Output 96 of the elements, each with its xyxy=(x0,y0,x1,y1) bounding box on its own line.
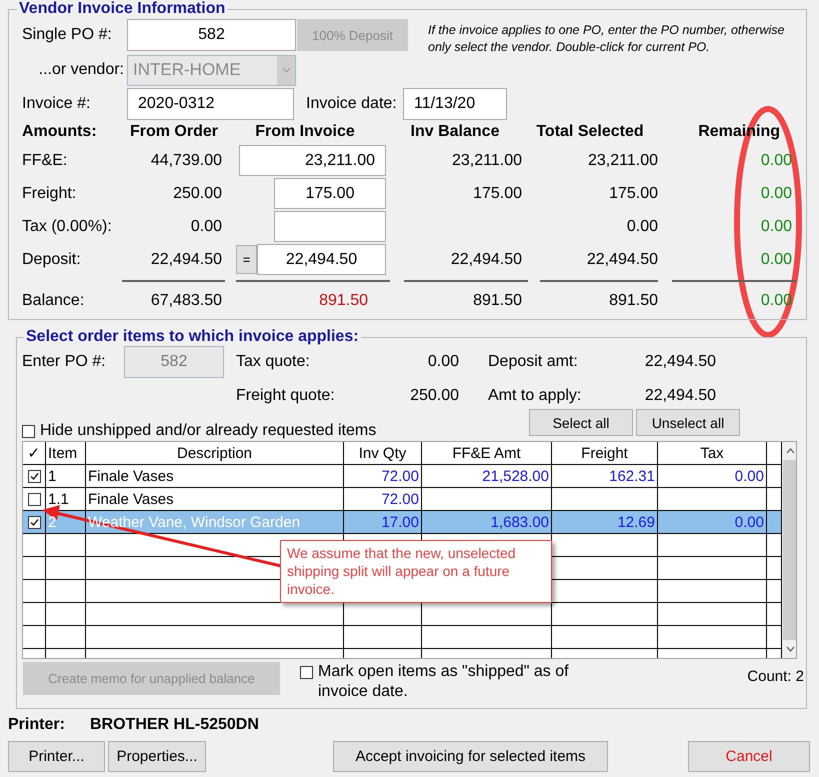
amount-text: 44,739.00 xyxy=(150,150,222,170)
column-header: Tax xyxy=(658,442,766,464)
amount-text: 22,494.50 xyxy=(644,387,716,405)
table-row[interactable]: 1 Finale Vases 72.00 21,528.00 162.31 0.00 xyxy=(23,464,782,488)
row-label: Freight: xyxy=(22,184,78,204)
column-header: Inv Balance xyxy=(410,122,500,142)
table-cell: 1,683.00 xyxy=(490,514,549,530)
field-label: Deposit amt: xyxy=(488,353,579,371)
checkbox[interactable] xyxy=(22,424,35,438)
amount-field[interactable] xyxy=(274,211,386,242)
column-header: Description xyxy=(86,442,344,464)
field-label: Enter PO #: xyxy=(22,353,107,371)
action-button[interactable]: Properties... xyxy=(108,741,206,772)
amount-text: 0.00 xyxy=(760,150,792,170)
scrollbar[interactable] xyxy=(782,442,796,658)
field-label: Invoice date: xyxy=(306,95,398,113)
row-label: Balance: xyxy=(22,290,86,310)
row-label: Tax (0.00%): xyxy=(22,216,113,236)
table-cell: Finale Vases xyxy=(88,468,174,484)
select-button[interactable]: Unselect all xyxy=(636,409,740,436)
checkbox-label: Hide unshipped and/or already requested items xyxy=(40,422,376,440)
section-title: Vendor Invoice Information xyxy=(18,0,226,18)
column-header: From Order xyxy=(128,122,219,142)
count-text: Count: 2 xyxy=(747,668,804,685)
po-field[interactable]: 582 xyxy=(127,19,296,51)
amount-text: 175.00 xyxy=(608,184,658,204)
amount-text: 891.50 xyxy=(472,290,522,310)
field-label: Amt to apply: xyxy=(488,387,582,405)
amount-text: 0.00 xyxy=(760,250,792,270)
amount-text: 0.00 xyxy=(626,216,658,236)
action-button[interactable]: Accept invoicing for selected items xyxy=(333,741,608,772)
scroll-up-icon[interactable] xyxy=(786,448,795,454)
amount-text: 22,494.50 xyxy=(644,353,716,371)
table-cell: 162.31 xyxy=(609,468,655,484)
hint-text: If the invoice applies to one PO, enter the PO number, otherwise only select the vendor. Double-click for current PO. xyxy=(428,22,786,56)
checkbox[interactable] xyxy=(28,516,40,528)
table-cell: 72.00 xyxy=(381,490,419,508)
table-cell: 17.00 xyxy=(381,514,419,530)
amount-text: 0.00 xyxy=(760,216,792,236)
amount-text: 23,211.00 xyxy=(587,150,658,170)
table-cell: 1 xyxy=(48,468,56,484)
amount-field[interactable]: 175.00 xyxy=(274,178,386,209)
amount-field[interactable]: 23,211.00 xyxy=(239,145,386,176)
column-header: Total Selected xyxy=(535,122,645,142)
amount-text: 0.00 xyxy=(760,184,792,204)
checkbox[interactable] xyxy=(300,666,313,679)
table-cell: 72.00 xyxy=(381,468,419,484)
amount-text: 22,494.50 xyxy=(150,250,222,270)
column-header: Freight xyxy=(552,442,658,464)
chevron-down-icon xyxy=(282,67,290,73)
table-cell: 2 xyxy=(48,514,56,530)
amount-text: 22,494.50 xyxy=(450,250,522,270)
amount-text: 22,494.50 xyxy=(586,250,658,270)
checkbox-label: Mark open items as "shipped" as of invoice date. xyxy=(318,662,570,702)
column-header: ✓ xyxy=(23,442,46,464)
column-header: FF&E Amt xyxy=(422,442,552,464)
cancel-button[interactable]: Cancel xyxy=(688,741,810,772)
field-label: Single PO #: xyxy=(22,26,113,44)
amount-text: 891.50 xyxy=(319,292,368,310)
callout-note: We assume that the new, unselected shipping split will appear on a future invoice. xyxy=(280,540,552,603)
printer-label: Printer: xyxy=(8,716,66,734)
table-cell: 1.1 xyxy=(48,490,69,508)
amount-text: 23,211.00 xyxy=(451,150,522,170)
action-button[interactable]: Printer... xyxy=(8,741,105,772)
field-label: Tax quote: xyxy=(236,353,311,371)
row-label: Deposit: xyxy=(22,250,82,270)
checkbox[interactable] xyxy=(28,492,40,506)
field-label: ...or vendor: xyxy=(38,61,125,79)
column-header: Inv Qty xyxy=(344,442,422,464)
table-cell: 0.00 xyxy=(734,468,764,484)
checkbox[interactable] xyxy=(28,470,40,482)
field-label: Invoice #: xyxy=(22,95,92,113)
amount-text: 67,483.50 xyxy=(150,290,222,310)
date-field[interactable]: 11/13/20 xyxy=(403,88,507,120)
column-header: From Invoice xyxy=(254,122,356,142)
section-title: Select order items to which invoice applies: xyxy=(25,328,360,346)
table-cell: 12.69 xyxy=(617,514,655,530)
amount-text: 175.00 xyxy=(472,184,522,204)
table-cell: Finale Vases xyxy=(88,490,174,508)
invoice-number-field[interactable]: 2020-0312 xyxy=(127,88,294,120)
column-header: Item xyxy=(46,442,86,464)
amount-field[interactable]: 22,494.50 xyxy=(257,244,386,275)
amount-text: 0.00 xyxy=(190,216,222,236)
scroll-down-icon[interactable] xyxy=(786,646,795,652)
column-header: Amounts: xyxy=(22,122,98,142)
select-button[interactable]: Select all xyxy=(529,409,633,436)
table-cell: 0.00 xyxy=(734,514,764,530)
equals-button[interactable]: = xyxy=(236,245,257,274)
row-label: FF&E: xyxy=(22,150,68,170)
amount-text: 891.50 xyxy=(608,290,658,310)
amount-text: 0.00 xyxy=(426,353,459,371)
amount-text: 250.00 xyxy=(172,184,222,204)
amount-text: 250.00 xyxy=(409,387,459,405)
table-cell: 21,528.00 xyxy=(482,468,549,484)
printer-name: BROTHER HL-5250DN xyxy=(90,716,259,734)
field-label: Freight quote: xyxy=(236,387,336,405)
